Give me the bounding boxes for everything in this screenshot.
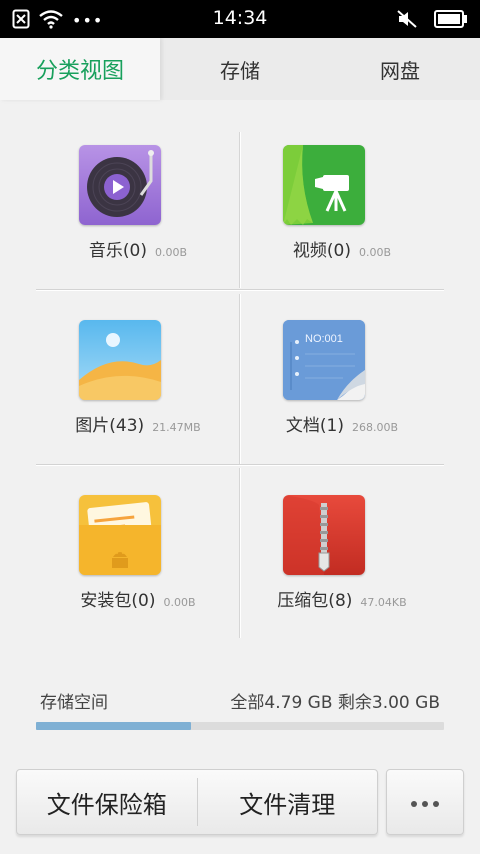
mute-icon [396,9,418,33]
storage-info: 全部4.79 GB 剩余3.00 GB [230,693,440,713]
apk-icon [79,495,161,575]
tab-category-view[interactable]: 分类视图 [0,38,160,100]
category-music[interactable]: 音乐(0) 0.00B [36,128,240,298]
battery-icon [434,10,468,32]
category-grid: 音乐(0) 0.00B 视频(0) 0.00B 图片(43) 21.47MB N… [36,128,444,638]
category-archive[interactable]: 压缩包(8) 47.04KB [240,478,444,648]
document-icon-text: NO:001 [305,333,343,345]
category-images[interactable]: 图片(43) 21.47MB [36,303,240,473]
category-label: 音乐(0) 0.00B [36,236,240,261]
category-name: 图片(43) [75,416,145,436]
category-size: 21.47MB [152,421,201,434]
category-documents[interactable]: NO:001 文档(1) 268.00B [240,303,444,473]
category-size: 47.04KB [360,596,407,609]
category-label: 压缩包(8) 47.04KB [240,586,444,611]
storage-title: 存储空间 [40,693,108,713]
tab-storage[interactable]: 存储 [160,38,320,100]
status-right [396,9,468,33]
category-name: 音乐(0) [88,241,148,261]
tab-bar: 分类视图 存储 网盘 [0,38,480,100]
document-icon: NO:001 [283,320,365,400]
music-icon [79,145,161,225]
video-icon [283,145,365,225]
category-size: 0.00B [155,246,188,259]
category-label: 文档(1) 268.00B [240,411,444,436]
category-name: 视频(0) [292,241,352,261]
storage-progress-bar [36,722,444,730]
file-clean-button[interactable]: 文件清理 [198,770,378,834]
category-apk[interactable]: 安装包(0) 0.00B [36,478,240,648]
archive-icon [283,495,365,575]
file-vault-button[interactable]: 文件保险箱 [17,770,197,834]
category-size: 0.00B [359,246,392,259]
category-video[interactable]: 视频(0) 0.00B [240,128,444,298]
more-icon [410,793,440,812]
tab-cloud-drive[interactable]: 网盘 [320,38,480,100]
category-label: 视频(0) 0.00B [240,236,444,261]
category-size: 0.00B [163,596,196,609]
category-label: 安装包(0) 0.00B [36,586,240,611]
category-name: 安装包(0) [80,591,156,611]
category-name: 文档(1) [285,416,345,436]
image-icon [79,320,161,400]
storage-progress-fill [36,722,192,730]
category-label: 图片(43) 21.47MB [36,411,240,436]
category-size: 268.00B [352,421,399,434]
bottom-button-group: 文件保险箱 文件清理 [16,769,378,835]
status-bar: ••• 14:34 [0,0,480,38]
category-name: 压缩包(8) [277,591,353,611]
more-button[interactable] [386,769,464,835]
